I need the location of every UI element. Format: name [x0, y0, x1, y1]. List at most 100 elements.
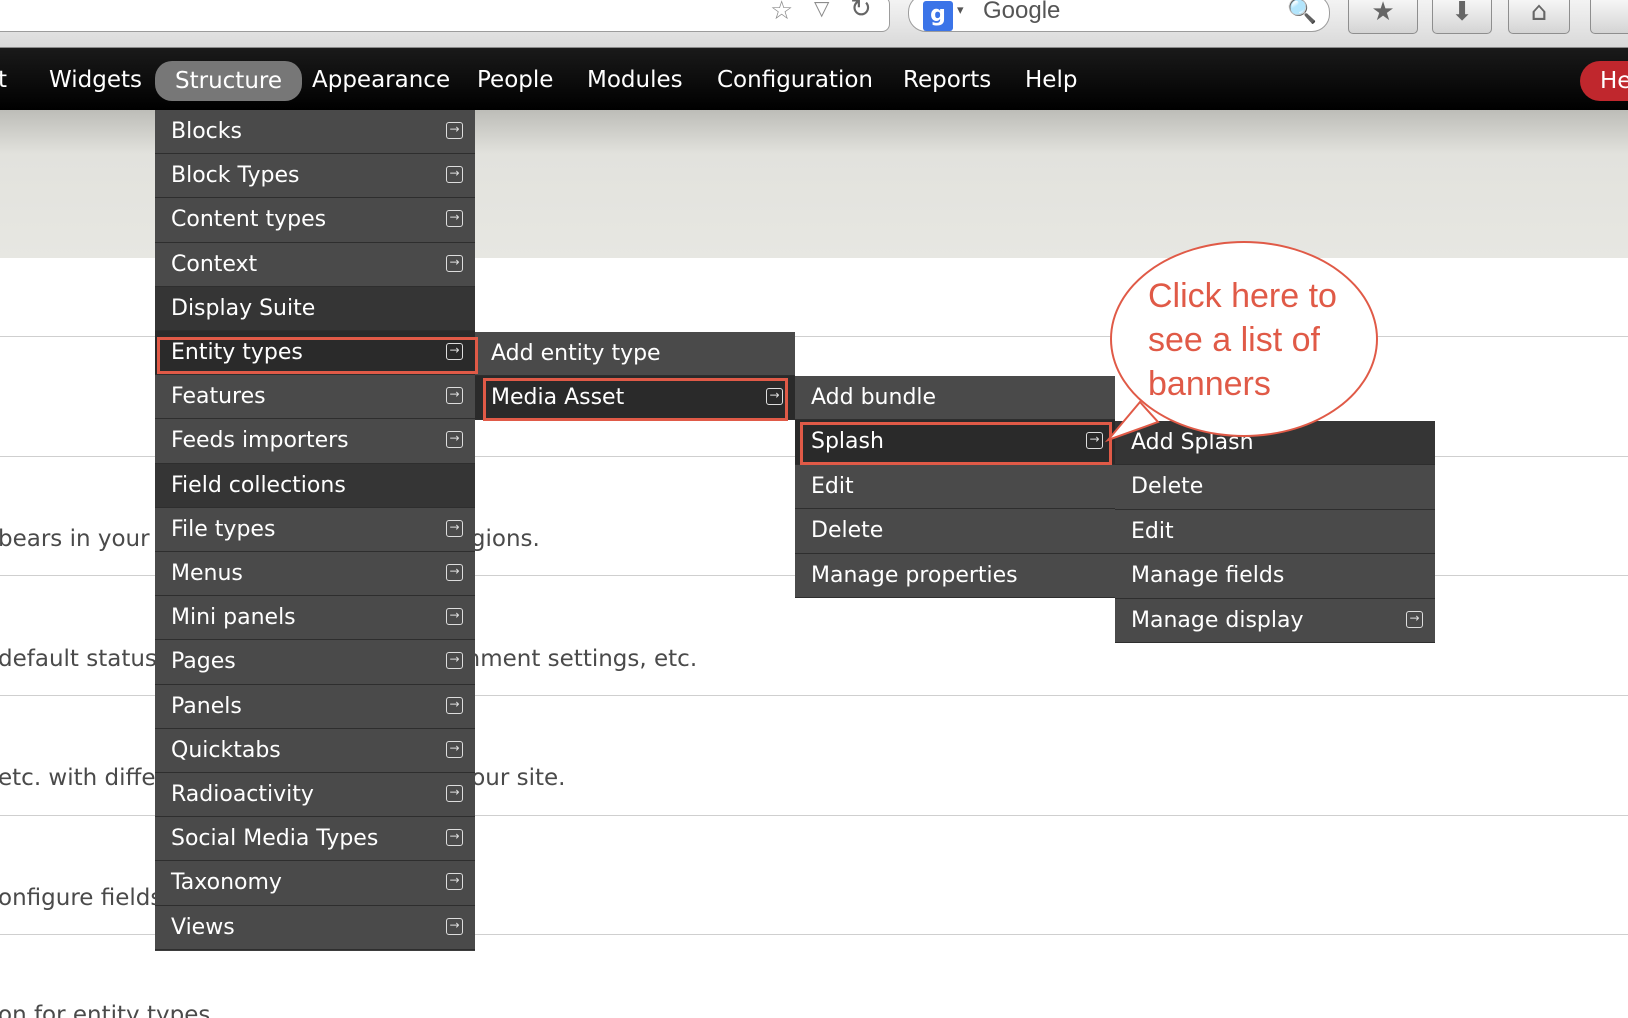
submenu-arrow-icon: → — [446, 917, 463, 935]
menu-item-edit[interactable]: Edit — [1115, 509, 1435, 555]
nav-item-content[interactable]: t — [0, 63, 7, 97]
menu-item-label: Feeds importers — [171, 428, 349, 454]
home-button[interactable]: ⌂ — [1508, 0, 1570, 34]
menu-item-label: Mini panels — [171, 605, 296, 631]
menu-item-splash[interactable]: Splash → — [795, 420, 1115, 465]
bookmarks-icon: ★ — [1371, 0, 1395, 27]
menu-item-panels[interactable]: Panels → — [155, 684, 475, 729]
menu-item-manage-display[interactable]: Manage display → — [1115, 598, 1435, 643]
menu-item-entity-types[interactable]: Entity types → — [155, 331, 475, 376]
search-input[interactable]: Google — [983, 0, 1060, 25]
menu-item-label: Panels — [171, 693, 242, 719]
callout-text: Click here to see a list of banners — [1148, 277, 1337, 403]
menu-item-label: Edit — [811, 473, 854, 499]
submenu-arrow-icon: → — [446, 343, 463, 360]
menu-item-social-media-types[interactable]: Social Media Types → — [155, 817, 475, 862]
nav-item-widgets[interactable]: Widgets — [49, 63, 142, 97]
search-icon[interactable]: 🔍 — [1287, 0, 1317, 25]
submenu-arrow-icon: → — [446, 210, 463, 228]
menu-item-radioactivity[interactable]: Radioactivity → — [155, 773, 475, 818]
menu-item-label: Pages — [171, 649, 236, 675]
menu-item-views[interactable]: Views → — [155, 905, 475, 950]
submenu-arrow-icon: → — [446, 431, 463, 449]
entity-types-submenu: Add entity type Media Asset → — [475, 332, 795, 420]
menu-item-taxonomy[interactable]: Taxonomy → — [155, 861, 475, 906]
address-bar[interactable] — [0, 0, 890, 32]
menu-item-feeds-importers[interactable]: Feeds importers → — [155, 419, 475, 464]
submenu-arrow-icon: → — [446, 696, 463, 714]
entity-description: on for entity types. — [0, 1002, 218, 1018]
submenu-arrow-icon: → — [446, 387, 463, 405]
menu-item-label: Menus — [171, 561, 243, 586]
menu-item-blocks[interactable]: Blocks → — [155, 110, 475, 155]
search-engine-dropdown-icon[interactable]: ▾ — [957, 3, 964, 18]
download-icon: ⬇ — [1451, 0, 1473, 27]
menu-item-label: Manage properties — [811, 562, 1018, 588]
menu-item-block-types[interactable]: Block Types → — [155, 154, 475, 199]
bookmark-star-icon[interactable]: ☆ — [770, 0, 793, 24]
menu-item-menus[interactable]: Menus → — [155, 552, 475, 597]
submenu-arrow-icon: → — [446, 785, 463, 802]
submenu-arrow-icon: → — [446, 608, 463, 626]
menu-item-label: Add bundle — [811, 385, 937, 410]
menu-item-label: Delete — [811, 518, 884, 544]
submenu-arrow-icon: → — [446, 652, 463, 670]
menu-item-features[interactable]: Features → — [155, 375, 475, 420]
reload-icon[interactable]: ↻ — [850, 0, 872, 22]
menu-item-label: Edit — [1131, 518, 1174, 544]
search-box[interactable]: g ▾ Google 🔍 — [908, 0, 1330, 32]
menu-item-add-bundle[interactable]: Add bundle — [795, 376, 1115, 421]
menu-item-add-entity-type[interactable]: Add entity type — [475, 332, 795, 376]
menu-item-label: Manage display — [1131, 607, 1304, 633]
menu-item-pages[interactable]: Pages → — [155, 640, 475, 685]
menu-item-manage-properties[interactable]: Manage properties — [795, 553, 1115, 598]
google-icon[interactable]: g — [923, 1, 953, 31]
splash-submenu: Add Splash Delete Edit Manage fields Manage … — [1115, 421, 1435, 643]
nav-item-configuration[interactable]: Configuration — [717, 63, 873, 97]
nav-item-people[interactable]: People — [477, 63, 553, 97]
structure-menu: Blocks → Block Types → Content types → Context… — [155, 110, 475, 951]
menu-item-label: Delete — [1131, 474, 1204, 500]
menu-item-file-types[interactable]: File types → — [155, 507, 475, 552]
menu-item-label: Views — [171, 914, 235, 940]
menu-item-mini-panels[interactable]: Mini panels → — [155, 596, 475, 641]
submenu-arrow-icon: → — [446, 519, 463, 537]
menu-item-delete[interactable]: Delete — [1115, 465, 1435, 510]
menu-item-content-types[interactable]: Content types → — [155, 198, 475, 243]
menu-item-label: Media Asset — [491, 385, 625, 410]
menu-item-label: Features — [171, 384, 266, 410]
home-icon: ⌂ — [1530, 0, 1548, 27]
submenu-arrow-icon: → — [1406, 610, 1423, 628]
menu-item-delete[interactable]: Delete — [795, 509, 1115, 554]
menu-item-media-asset[interactable]: Media Asset → — [475, 376, 795, 420]
menu-item-field-collections[interactable]: Field collections — [155, 463, 475, 508]
menu-item-label: Context — [171, 251, 258, 277]
nav-item-reports[interactable]: Reports — [903, 63, 991, 97]
submenu-arrow-icon: → — [446, 740, 463, 758]
nav-item-appearance[interactable]: Appearance — [312, 63, 450, 97]
menu-item-label: File types — [171, 516, 276, 542]
menu-item-label: Add entity type — [491, 341, 661, 366]
menu-item-context[interactable]: Context → — [155, 242, 475, 287]
menu-item-label: Radioactivity — [171, 782, 314, 807]
menu-item-quicktabs[interactable]: Quicktabs → — [155, 728, 475, 773]
user-greeting[interactable]: He — [1580, 61, 1628, 101]
downloads-button[interactable]: ⬇ — [1432, 0, 1492, 34]
admin-toolbar: t Widgets Structure Appearance People Mo… — [0, 48, 1628, 110]
menu-item-manage-fields[interactable]: Manage fields — [1115, 554, 1435, 599]
submenu-arrow-icon: → — [446, 564, 463, 581]
submenu-arrow-icon: → — [446, 873, 463, 891]
nav-item-modules[interactable]: Modules — [587, 63, 683, 97]
menu-item-label: Manage fields — [1131, 563, 1285, 589]
nav-item-help[interactable]: Help — [1025, 63, 1077, 97]
history-dropdown-icon[interactable]: ▽ — [814, 0, 829, 18]
nav-item-structure[interactable]: Structure — [155, 61, 302, 101]
browser-toolbar: ☆ ▽ ↻ g ▾ Google 🔍 ★ ⬇ ⌂ — [0, 0, 1628, 48]
menu-item-label: Entity types — [171, 340, 303, 365]
menu-item-label: Quicktabs — [171, 737, 281, 763]
bookmarks-button[interactable]: ★ — [1348, 0, 1418, 34]
menu-item-edit[interactable]: Edit — [795, 464, 1115, 510]
extension-button[interactable] — [1590, 0, 1628, 34]
menu-item-display-suite[interactable]: Display Suite — [155, 286, 475, 331]
menu-item-label: Block Types — [171, 163, 300, 189]
